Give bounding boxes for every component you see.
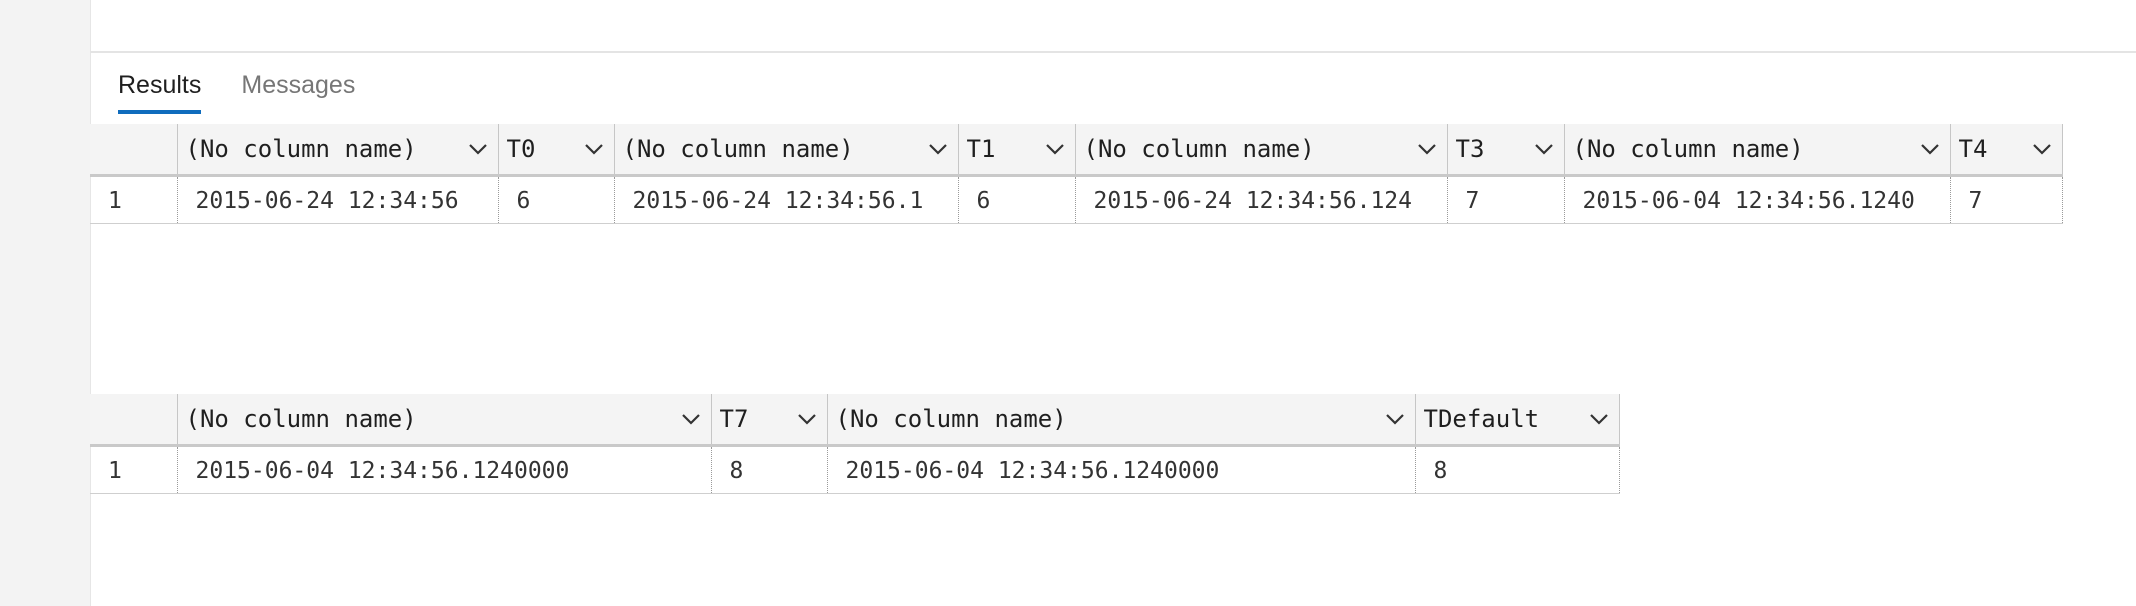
chevron-down-icon[interactable] [679, 407, 703, 431]
table-cell[interactable]: 7 [1447, 175, 1565, 224]
column-header-label: T4 [1958, 135, 1988, 163]
column-header-label: (No column name) [185, 135, 417, 163]
table-cell[interactable]: 8 [1415, 445, 1620, 494]
row-number-header [90, 394, 178, 447]
results-grid-2: (No column name) T7 (No column name) TDe… [90, 394, 1620, 494]
table-row[interactable]: 1 2015-06-04 12:34:56.1240000 8 2015-06-… [90, 445, 1620, 494]
chevron-down-icon[interactable] [1415, 137, 1439, 161]
column-header[interactable]: (No column name) [1075, 124, 1448, 177]
chevron-down-icon[interactable] [1532, 137, 1556, 161]
column-header-label: TDefault [1423, 405, 1540, 433]
column-header-label: T7 [719, 405, 749, 433]
editor-gutter [0, 0, 91, 606]
column-header-label: T0 [506, 135, 536, 163]
table-cell[interactable]: 2015-06-24 12:34:56.124 [1075, 175, 1448, 224]
table-cell[interactable]: 2015-06-24 12:34:56 [177, 175, 499, 224]
column-header[interactable]: (No column name) [177, 394, 712, 447]
tab-messages[interactable]: Messages [241, 64, 355, 114]
results-tabs: Results Messages [118, 64, 355, 114]
column-header-label: (No column name) [185, 405, 417, 433]
column-header[interactable]: T3 [1447, 124, 1565, 177]
pane-divider[interactable] [90, 51, 2136, 53]
column-header-label: T3 [1455, 135, 1485, 163]
table-cell[interactable]: 8 [711, 445, 828, 494]
table-cell[interactable]: 2015-06-24 12:34:56.1 [614, 175, 959, 224]
column-header[interactable]: (No column name) [827, 394, 1416, 447]
column-header-label: (No column name) [835, 405, 1067, 433]
table-row[interactable]: 1 2015-06-24 12:34:56 6 2015-06-24 12:34… [90, 175, 2063, 224]
row-number[interactable]: 1 [90, 175, 178, 224]
chevron-down-icon[interactable] [466, 137, 490, 161]
table-cell[interactable]: 6 [498, 175, 615, 224]
table-cell[interactable]: 2015-06-04 12:34:56.1240 [1564, 175, 1951, 224]
grid-header-row: (No column name) T0 (No column name) T1 … [90, 124, 2063, 177]
column-header[interactable]: (No column name) [177, 124, 499, 177]
chevron-down-icon[interactable] [926, 137, 950, 161]
table-cell[interactable]: 2015-06-04 12:34:56.1240000 [177, 445, 712, 494]
row-number-header [90, 124, 178, 177]
column-header[interactable]: (No column name) [1564, 124, 1951, 177]
chevron-down-icon[interactable] [1383, 407, 1407, 431]
column-header[interactable]: T7 [711, 394, 828, 447]
column-header[interactable]: T4 [1950, 124, 2063, 177]
chevron-down-icon[interactable] [1918, 137, 1942, 161]
column-header[interactable]: (No column name) [614, 124, 959, 177]
column-header[interactable]: T1 [958, 124, 1076, 177]
row-number[interactable]: 1 [90, 445, 178, 494]
chevron-down-icon[interactable] [795, 407, 819, 431]
column-header[interactable]: TDefault [1415, 394, 1620, 447]
column-header-label: T1 [966, 135, 996, 163]
table-cell[interactable]: 7 [1950, 175, 2063, 224]
grid-header-row: (No column name) T7 (No column name) TDe… [90, 394, 1620, 447]
chevron-down-icon[interactable] [1043, 137, 1067, 161]
results-grid-1: (No column name) T0 (No column name) T1 … [90, 124, 2063, 224]
column-header-label: (No column name) [1083, 135, 1315, 163]
chevron-down-icon[interactable] [582, 137, 606, 161]
table-cell[interactable]: 2015-06-04 12:34:56.1240000 [827, 445, 1416, 494]
column-header-label: (No column name) [622, 135, 854, 163]
table-cell[interactable]: 6 [958, 175, 1076, 224]
chevron-down-icon[interactable] [2030, 137, 2054, 161]
column-header[interactable]: T0 [498, 124, 615, 177]
chevron-down-icon[interactable] [1587, 407, 1611, 431]
tab-results[interactable]: Results [118, 64, 202, 114]
column-header-label: (No column name) [1572, 135, 1804, 163]
